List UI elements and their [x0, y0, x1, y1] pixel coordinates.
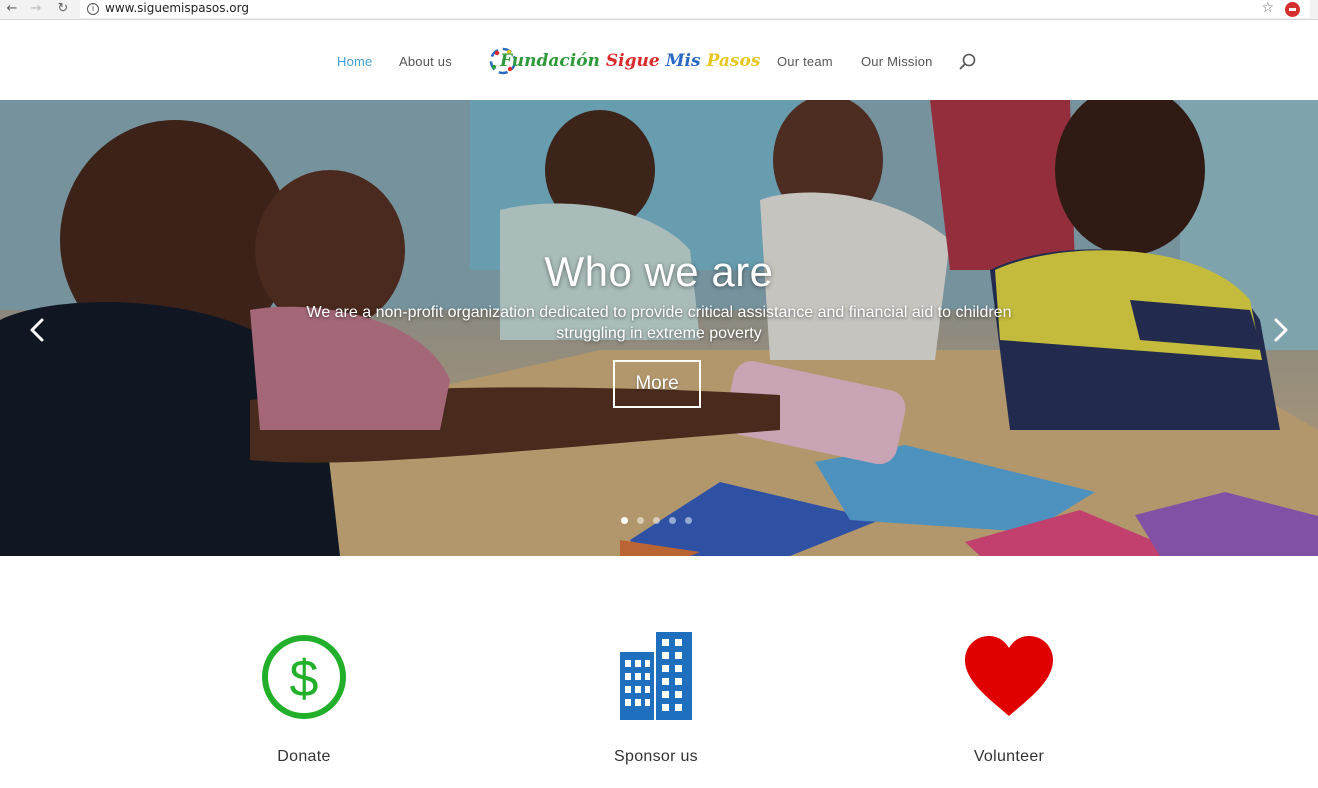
adblock-icon[interactable]	[1285, 2, 1300, 17]
address-bar[interactable]: i www.siguemispasos.org ☆	[80, 0, 1310, 18]
hero-subtitle: We are a non-profit organization dedicat…	[250, 302, 1068, 344]
slide-dot-3[interactable]	[653, 517, 660, 524]
browser-toolbar: ← → ↻ i www.siguemispasos.org ☆	[0, 0, 1318, 20]
info-icon[interactable]: i	[87, 3, 99, 15]
sponsor-label[interactable]: Sponsor us	[556, 748, 756, 766]
donate-label[interactable]: Donate	[204, 748, 404, 766]
hero-subtitle-line-2: struggling in extreme poverty	[556, 325, 762, 342]
dollar-circle-icon[interactable]: $	[259, 630, 349, 720]
hero-title: Who we are	[544, 248, 774, 295]
slider-pagination	[621, 517, 701, 525]
search-icon[interactable]	[958, 52, 978, 72]
sponsor-feature[interactable]: Sponsor us	[556, 630, 756, 780]
volunteer-label[interactable]: Volunteer	[909, 748, 1109, 766]
hero-slider: Who we are We are a non-profit organizat…	[0, 100, 1318, 556]
slide-dot-5[interactable]	[685, 517, 692, 524]
logo-wordmark: Fundación Sigue Mis Pasos	[500, 51, 766, 71]
nav-team-link[interactable]: Our team	[777, 54, 833, 69]
nav-about-link[interactable]: About us	[399, 54, 452, 69]
slide-dot-4[interactable]	[669, 517, 676, 524]
site-logo[interactable]: Fundación Sigue Mis Pasos	[488, 42, 760, 82]
logo-word-sigue: Sigue	[605, 51, 660, 71]
reload-icon[interactable]: ↻	[55, 1, 71, 17]
heart-icon[interactable]	[961, 630, 1057, 720]
svg-text:$: $	[290, 650, 319, 708]
building-icon[interactable]	[616, 630, 696, 722]
donate-feature[interactable]: $ Donate	[204, 630, 404, 780]
nav-home-link[interactable]: Home	[337, 54, 372, 69]
hero-subtitle-line-1: We are a non-profit organization dedicat…	[306, 304, 1012, 321]
url-text[interactable]: www.siguemispasos.org	[105, 1, 249, 15]
nav-mission-link[interactable]: Our Mission	[861, 54, 933, 69]
logo-word-mis: Mis	[665, 51, 701, 71]
slide-dot-2[interactable]	[637, 517, 644, 524]
forward-arrow-icon[interactable]: →	[28, 1, 44, 17]
slide-dot-1[interactable]	[621, 517, 628, 524]
logo-word-fundacion: Fundación	[500, 51, 600, 71]
volunteer-feature[interactable]: Volunteer	[909, 630, 1109, 780]
star-icon[interactable]: ☆	[1261, 0, 1274, 16]
logo-word-pasos: Pasos	[706, 51, 761, 71]
chevron-left-icon[interactable]	[26, 314, 50, 346]
back-arrow-icon[interactable]: ←	[4, 1, 20, 17]
more-button[interactable]: More	[613, 360, 701, 408]
chevron-right-icon[interactable]	[1268, 314, 1292, 346]
site-header: Home About us Fundación Sigue Mis Pasos Our…	[0, 22, 1318, 100]
